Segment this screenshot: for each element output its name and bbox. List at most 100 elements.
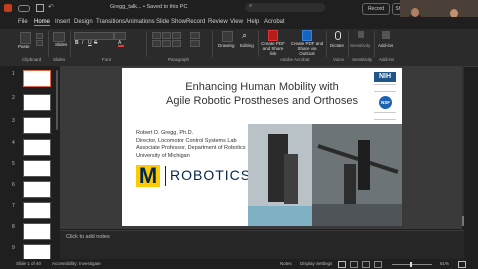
menu-design[interactable]: Design bbox=[74, 19, 93, 25]
align-center-icon[interactable] bbox=[162, 40, 171, 47]
drawing-button[interactable]: Drawing bbox=[218, 43, 235, 48]
author-university: University of Michigan bbox=[136, 152, 190, 159]
slide-title[interactable]: Enhancing Human Mobility with Agile Robo… bbox=[122, 80, 402, 108]
dictate-button[interactable]: Dictate bbox=[330, 43, 344, 48]
convert-smartart-icon[interactable] bbox=[190, 40, 200, 47]
numbering-icon[interactable] bbox=[162, 32, 171, 39]
bullets-icon[interactable] bbox=[152, 32, 161, 39]
menu-review[interactable]: Review bbox=[208, 19, 228, 25]
pdf-icon[interactable] bbox=[268, 30, 278, 41]
stairs-image bbox=[312, 204, 402, 226]
nsf-logo: NSF bbox=[379, 96, 392, 109]
thumbnail-scrollbar[interactable] bbox=[56, 70, 58, 130]
addins-icon[interactable] bbox=[382, 31, 390, 39]
menu-insert[interactable]: Insert bbox=[55, 19, 70, 25]
font-name-field[interactable] bbox=[74, 32, 114, 40]
sensitivity-icon[interactable] bbox=[358, 31, 364, 38]
menu-animations[interactable]: Animations bbox=[125, 19, 155, 25]
create-pdf-outlook-button[interactable]: Create PDF and Share via Outlook bbox=[290, 41, 324, 56]
notes-placeholder[interactable]: Click to add notes bbox=[66, 234, 110, 240]
clipboard-small-icon[interactable] bbox=[36, 33, 43, 39]
nih-logo: NIH bbox=[374, 72, 396, 82]
sensitivity-button[interactable]: Sensitivity bbox=[350, 43, 370, 48]
slide-counter: Slide 1 of 40 bbox=[16, 261, 42, 266]
slide-thumbnail[interactable] bbox=[23, 70, 51, 87]
strikethrough-icon[interactable]: S bbox=[94, 40, 97, 46]
underline-icon[interactable]: U bbox=[88, 40, 92, 46]
drawing-icon[interactable] bbox=[222, 31, 233, 42]
search-box[interactable]: ⌕ bbox=[245, 3, 325, 12]
zoom-level[interactable]: 61% bbox=[440, 261, 449, 266]
status-bar: Slide 1 of 40 Accessibility: Investigate… bbox=[0, 259, 478, 269]
font-size-field[interactable] bbox=[114, 32, 126, 40]
slide-thumbnail[interactable] bbox=[23, 139, 51, 156]
clipboard-small-icon[interactable] bbox=[36, 40, 43, 46]
italic-icon[interactable]: I bbox=[82, 40, 83, 46]
slide-title-line: Enhancing Human Mobility with bbox=[185, 81, 339, 93]
pdf-outlook-icon[interactable] bbox=[302, 30, 312, 41]
group-label-slides: Slides bbox=[53, 57, 66, 62]
app-logo-icon bbox=[4, 4, 12, 12]
author-name: Robert D. Gregg, Ph.D. bbox=[136, 130, 194, 136]
create-pdf-share-link-button[interactable]: Create PDF and Share link bbox=[260, 41, 286, 56]
person-head bbox=[411, 8, 419, 17]
group-label-adobe-acrobat: Adobe Acrobat bbox=[280, 57, 310, 62]
slide-thumbnail[interactable] bbox=[23, 94, 51, 111]
person-leg-image bbox=[358, 140, 370, 190]
menu-slide-show[interactable]: Slide Show bbox=[156, 19, 186, 25]
fit-slide-icon[interactable] bbox=[458, 261, 466, 268]
zoom-slider-thumb[interactable] bbox=[410, 262, 412, 267]
indent-icon[interactable] bbox=[172, 32, 181, 39]
slide-thumbnail[interactable] bbox=[23, 181, 51, 198]
slide-thumbnail[interactable] bbox=[23, 223, 51, 240]
slide-number: 1 bbox=[12, 71, 15, 77]
microphone-icon[interactable] bbox=[335, 31, 341, 40]
group-label-addins: Add-ins bbox=[379, 57, 395, 62]
slide-scrollbar[interactable] bbox=[462, 66, 464, 226]
notes-pane[interactable]: Click to add notes bbox=[60, 230, 464, 260]
menu-file[interactable]: File bbox=[18, 19, 28, 25]
text-direction-icon[interactable] bbox=[190, 32, 200, 39]
font-color-icon[interactable]: A bbox=[118, 40, 124, 47]
paste-icon[interactable] bbox=[20, 32, 31, 44]
record-button[interactable]: Record bbox=[362, 3, 390, 15]
slides-button[interactable]: Slides bbox=[55, 42, 67, 47]
slide-canvas[interactable]: Enhancing Human Mobility with Agile Robo… bbox=[122, 68, 402, 226]
normal-view-icon[interactable] bbox=[338, 261, 346, 268]
slide-sorter-icon[interactable] bbox=[350, 261, 358, 268]
menu-bar: File Home Insert Design Transitions Anim… bbox=[0, 17, 478, 29]
menu-help[interactable]: Help bbox=[247, 19, 259, 25]
notes-button[interactable]: Notes bbox=[280, 261, 292, 266]
accessibility-status[interactable]: Accessibility: Investigate bbox=[52, 261, 101, 266]
paste-button[interactable]: Paste bbox=[18, 44, 30, 49]
slide-number: 3 bbox=[12, 118, 15, 124]
display-settings-button[interactable]: Display Settings bbox=[300, 261, 332, 266]
zoom-slider[interactable] bbox=[392, 262, 432, 267]
addins-button[interactable]: Add-ins bbox=[378, 43, 393, 48]
menu-home[interactable]: Home bbox=[34, 19, 51, 26]
slide-thumbnail[interactable] bbox=[23, 202, 51, 219]
reading-view-icon[interactable] bbox=[362, 261, 370, 268]
autosave-toggle[interactable] bbox=[18, 5, 30, 12]
slide-thumbnail[interactable] bbox=[23, 160, 51, 177]
slide-number: 2 bbox=[12, 95, 15, 101]
menu-transitions[interactable]: Transitions bbox=[96, 19, 125, 25]
logo-divider bbox=[165, 166, 166, 186]
group-label-sensitivity: Sensitivity bbox=[352, 57, 373, 62]
save-icon[interactable] bbox=[36, 4, 44, 12]
menu-record[interactable]: Record bbox=[186, 19, 205, 25]
menu-acrobat[interactable]: Acrobat bbox=[264, 19, 285, 25]
bold-icon[interactable]: B bbox=[75, 40, 79, 46]
align-left-icon[interactable] bbox=[152, 40, 161, 47]
align-right-icon[interactable] bbox=[172, 40, 181, 47]
slide-title-line: Agile Robotic Prostheses and Orthoses bbox=[166, 95, 358, 107]
slide-thumbnail[interactable] bbox=[23, 117, 51, 134]
slide-number: 7 bbox=[12, 203, 15, 209]
new-slide-icon[interactable] bbox=[53, 32, 65, 42]
scrollbar-thumb[interactable] bbox=[462, 216, 464, 226]
menu-view[interactable]: View bbox=[230, 19, 243, 25]
undo-icon[interactable]: ↶ bbox=[48, 3, 54, 11]
slideshow-icon[interactable] bbox=[374, 261, 382, 268]
editing-button[interactable]: Editing bbox=[240, 43, 254, 48]
author-block[interactable]: Robert D. Gregg, Ph.D. Director, Locomot… bbox=[136, 130, 245, 160]
